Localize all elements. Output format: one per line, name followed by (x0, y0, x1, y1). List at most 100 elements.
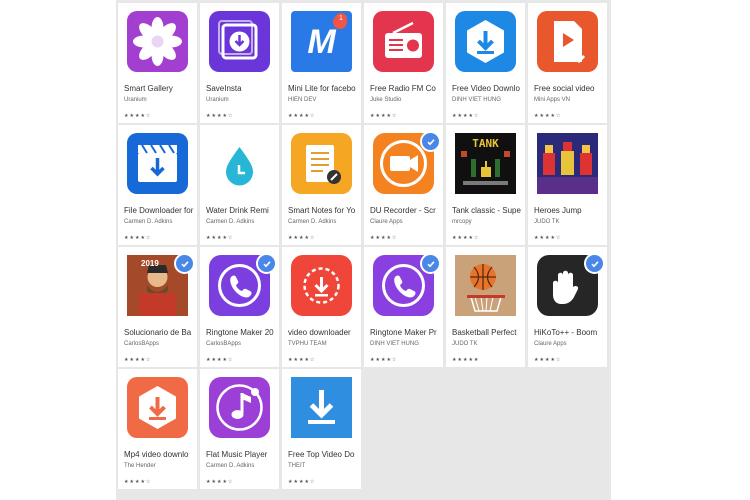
app-card[interactable]: Smart Notes for Yo Carmen D. Adkins ★★★★☆ (282, 125, 361, 245)
rating-stars: ★★★★☆ (124, 235, 152, 241)
app-developer[interactable]: THEIT (288, 462, 360, 470)
rating-stars: ★★★★☆ (288, 479, 316, 485)
video-file-icon[interactable] (537, 11, 598, 72)
app-card[interactable]: File Downloader for Carmen D. Adkins ★★★★☆ (118, 125, 197, 245)
app-title[interactable]: Ringtone Maker Pr (370, 328, 442, 338)
app-card[interactable]: HiKoTo++ - Boom Claure Apps ★★★★☆ (528, 247, 607, 367)
rating-stars: ★★★★☆ (124, 357, 152, 363)
app-title[interactable]: Smart Notes for Yo (288, 206, 360, 216)
app-title[interactable]: Ringtone Maker 20 (206, 328, 278, 338)
app-card[interactable]: Ringtone Maker 20 CarlosBApps ★★★★☆ (200, 247, 279, 367)
app-card[interactable]: Flat Music Player Carmen D. Adkins ★★★★☆ (200, 369, 279, 489)
verified-check-icon (584, 253, 605, 274)
app-title[interactable]: Heroes Jump (534, 206, 606, 216)
app-card[interactable]: M 1 Mini Lite for facebo HIEN DEV ★★★★☆ (282, 3, 361, 123)
app-card[interactable]: Free social video Mini Apps VN ★★★★☆ (528, 3, 607, 123)
rating-stars: ★★★★☆ (124, 479, 152, 485)
app-card[interactable]: TANK Tank classic - Supe mrcopy ★★★★☆ (446, 125, 525, 245)
app-developer[interactable]: DINH VIET HUNG (370, 340, 442, 348)
app-developer[interactable]: Carmen D. Adkins (288, 218, 360, 226)
music-note-icon[interactable] (209, 377, 270, 438)
app-card[interactable]: Free Radio FM Co Juke Studio ★★★★☆ (364, 3, 443, 123)
app-developer[interactable]: Carmen D. Adkins (206, 462, 278, 470)
hexagon-download-icon[interactable] (455, 11, 516, 72)
app-developer[interactable]: Uranium (124, 96, 196, 104)
app-card[interactable]: Ringtone Maker Pr DINH VIET HUNG ★★★★☆ (364, 247, 443, 367)
app-title[interactable]: Tank classic - Supe (452, 206, 524, 216)
app-developer[interactable]: Claure Apps (370, 218, 442, 226)
rating-stars: ★★★★☆ (206, 479, 234, 485)
clapper-download-icon[interactable] (127, 133, 188, 194)
app-title[interactable]: Basketball Perfect (452, 328, 524, 338)
app-developer[interactable]: Uranium (206, 96, 278, 104)
app-developer[interactable]: The Hender (124, 462, 196, 470)
app-developer[interactable]: Carmen D. Adkins (206, 218, 278, 226)
app-card[interactable]: Basketball Perfect JUDO TK ★★★★★ (446, 247, 525, 367)
app-developer[interactable]: Claure Apps (534, 340, 606, 348)
app-card[interactable]: Free Top Video Do THEIT ★★★★☆ (282, 369, 361, 489)
app-developer[interactable]: CarlosBApps (206, 340, 278, 348)
rating-stars: ★★★★☆ (124, 113, 152, 119)
app-card[interactable]: Water Drink Remi Carmen D. Adkins ★★★★☆ (200, 125, 279, 245)
rating-stars: ★★★★☆ (452, 113, 480, 119)
pixel-heroes-icon[interactable] (537, 133, 598, 194)
app-title[interactable]: HiKoTo++ - Boom (534, 328, 606, 338)
notification-count-badge: 1 (335, 13, 347, 25)
rating-stars: ★★★★☆ (370, 235, 398, 241)
app-card[interactable]: 2019 Solucionario de Ba CarlosBApps ★★★★☆ (118, 247, 197, 367)
app-title[interactable]: Flat Music Player (206, 450, 278, 460)
rating-stars: ★★★★☆ (370, 357, 398, 363)
rating-stars: ★★★★☆ (288, 235, 316, 241)
app-title[interactable]: Free Radio FM Co (370, 84, 442, 94)
app-title[interactable]: Free Top Video Do (288, 450, 360, 460)
app-developer[interactable]: HIEN DEV (288, 96, 360, 104)
app-card[interactable]: DU Recorder - Scr Claure Apps ★★★★☆ (364, 125, 443, 245)
app-title[interactable]: Free social video (534, 84, 606, 94)
rating-stars: ★★★★☆ (206, 357, 234, 363)
download-icon[interactable] (209, 11, 270, 72)
app-developer[interactable]: Mini Apps VN (534, 96, 606, 104)
app-title[interactable]: Solucionario de Ba (124, 328, 196, 338)
rating-stars: ★★★★☆ (206, 235, 234, 241)
notes-icon[interactable] (291, 133, 352, 194)
app-card[interactable]: SaveInsta Uranium ★★★★☆ (200, 3, 279, 123)
app-title[interactable]: File Downloader for (124, 206, 196, 216)
svg-text:TANK: TANK (472, 137, 499, 150)
tank-game-icon[interactable]: TANK (455, 133, 516, 194)
arrow-download-icon[interactable] (291, 377, 352, 438)
app-title[interactable]: Smart Gallery (124, 84, 196, 94)
app-developer[interactable]: DINH VIET HUNG (452, 96, 524, 104)
verified-check-icon (420, 253, 441, 274)
water-drop-icon[interactable] (209, 133, 270, 194)
rating-stars: ★★★★★ (452, 357, 480, 363)
app-developer[interactable]: JUDO TK (534, 218, 606, 226)
hexagon-download-icon[interactable] (127, 377, 188, 438)
svg-text:2019: 2019 (141, 259, 159, 268)
app-card[interactable]: video downloader TVPHU TEAM ★★★★☆ (282, 247, 361, 367)
app-title[interactable]: Mp4 video downlo (124, 450, 196, 460)
app-developer[interactable]: JUDO TK (452, 340, 524, 348)
rating-stars: ★★★★☆ (288, 357, 316, 363)
app-card[interactable]: Mp4 video downlo The Hender ★★★★☆ (118, 369, 197, 489)
app-title[interactable]: video downloader (288, 328, 360, 338)
app-title[interactable]: SaveInsta (206, 84, 278, 94)
app-developer[interactable]: CarlosBApps (124, 340, 196, 348)
flower-icon[interactable] (127, 11, 188, 72)
app-card[interactable]: Heroes Jump JUDO TK ★★★★☆ (528, 125, 607, 245)
app-developer[interactable]: mrcopy (452, 218, 524, 226)
app-title[interactable]: Mini Lite for facebo (288, 84, 360, 94)
app-card[interactable]: Free Video Downlo DINH VIET HUNG ★★★★☆ (446, 3, 525, 123)
rating-stars: ★★★★☆ (206, 113, 234, 119)
radio-icon[interactable] (373, 11, 434, 72)
app-developer[interactable]: TVPHU TEAM (288, 340, 360, 348)
app-developer[interactable]: Juke Studio (370, 96, 442, 104)
app-title[interactable]: Water Drink Remi (206, 206, 278, 216)
verified-check-icon (420, 131, 441, 152)
app-card[interactable]: Smart Gallery Uranium ★★★★☆ (118, 3, 197, 123)
app-title[interactable]: Free Video Downlo (452, 84, 524, 94)
app-title[interactable]: DU Recorder - Scr (370, 206, 442, 216)
basketball-icon[interactable] (455, 255, 516, 316)
rating-stars: ★★★★☆ (534, 357, 562, 363)
app-developer[interactable]: Carmen D. Adkins (124, 218, 196, 226)
circle-download-icon[interactable] (291, 255, 352, 316)
